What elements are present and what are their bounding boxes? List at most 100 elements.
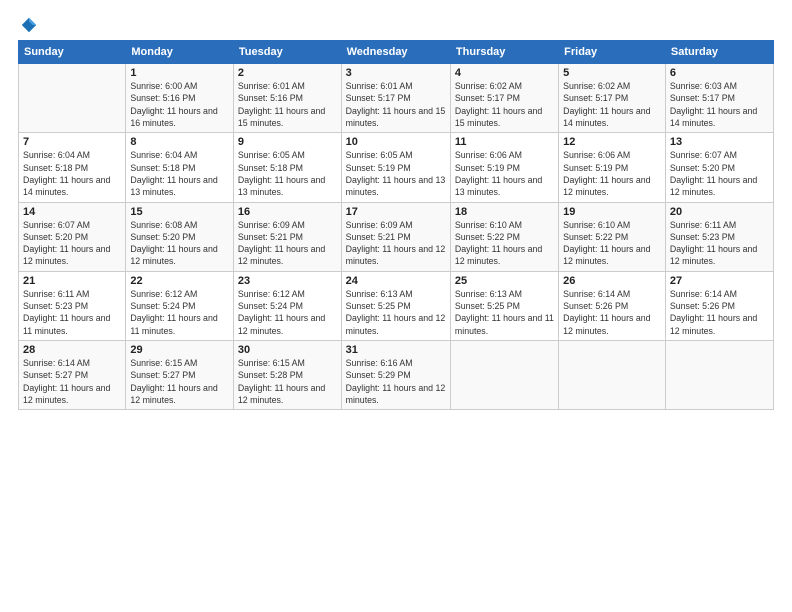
- day-info: Sunrise: 6:11 AMSunset: 5:23 PMDaylight:…: [670, 219, 769, 268]
- calendar-cell: 18Sunrise: 6:10 AMSunset: 5:22 PMDayligh…: [450, 202, 558, 271]
- day-info: Sunrise: 6:12 AMSunset: 5:24 PMDaylight:…: [130, 288, 229, 337]
- calendar-cell: 16Sunrise: 6:09 AMSunset: 5:21 PMDayligh…: [233, 202, 341, 271]
- day-info: Sunrise: 6:16 AMSunset: 5:29 PMDaylight:…: [346, 357, 446, 406]
- day-info: Sunrise: 6:02 AMSunset: 5:17 PMDaylight:…: [563, 80, 661, 129]
- day-header-monday: Monday: [126, 41, 234, 64]
- day-number: 25: [455, 275, 554, 287]
- day-number: 7: [23, 136, 121, 148]
- calendar-cell: 9Sunrise: 6:05 AMSunset: 5:18 PMDaylight…: [233, 133, 341, 202]
- day-info: Sunrise: 6:15 AMSunset: 5:28 PMDaylight:…: [238, 357, 337, 406]
- calendar-cell: 29Sunrise: 6:15 AMSunset: 5:27 PMDayligh…: [126, 341, 234, 410]
- day-number: 9: [238, 136, 337, 148]
- day-number: 29: [130, 344, 229, 356]
- day-number: 17: [346, 206, 446, 218]
- day-number: 24: [346, 275, 446, 287]
- day-info: Sunrise: 6:06 AMSunset: 5:19 PMDaylight:…: [563, 149, 661, 198]
- day-number: 16: [238, 206, 337, 218]
- calendar-cell: 2Sunrise: 6:01 AMSunset: 5:16 PMDaylight…: [233, 64, 341, 133]
- day-number: 18: [455, 206, 554, 218]
- day-number: 3: [346, 67, 446, 79]
- calendar-cell: 23Sunrise: 6:12 AMSunset: 5:24 PMDayligh…: [233, 271, 341, 340]
- day-number: 20: [670, 206, 769, 218]
- week-row-5: 28Sunrise: 6:14 AMSunset: 5:27 PMDayligh…: [19, 341, 774, 410]
- week-row-4: 21Sunrise: 6:11 AMSunset: 5:23 PMDayligh…: [19, 271, 774, 340]
- day-info: Sunrise: 6:05 AMSunset: 5:18 PMDaylight:…: [238, 149, 337, 198]
- day-number: 2: [238, 67, 337, 79]
- week-row-2: 7Sunrise: 6:04 AMSunset: 5:18 PMDaylight…: [19, 133, 774, 202]
- day-info: Sunrise: 6:09 AMSunset: 5:21 PMDaylight:…: [238, 219, 337, 268]
- calendar-cell: 8Sunrise: 6:04 AMSunset: 5:18 PMDaylight…: [126, 133, 234, 202]
- calendar-cell: 13Sunrise: 6:07 AMSunset: 5:20 PMDayligh…: [665, 133, 773, 202]
- calendar-cell: [665, 341, 773, 410]
- calendar-cell: 14Sunrise: 6:07 AMSunset: 5:20 PMDayligh…: [19, 202, 126, 271]
- day-info: Sunrise: 6:15 AMSunset: 5:27 PMDaylight:…: [130, 357, 229, 406]
- day-info: Sunrise: 6:00 AMSunset: 5:16 PMDaylight:…: [130, 80, 229, 129]
- day-header-sunday: Sunday: [19, 41, 126, 64]
- calendar-cell: 10Sunrise: 6:05 AMSunset: 5:19 PMDayligh…: [341, 133, 450, 202]
- day-info: Sunrise: 6:05 AMSunset: 5:19 PMDaylight:…: [346, 149, 446, 198]
- calendar-cell: 27Sunrise: 6:14 AMSunset: 5:26 PMDayligh…: [665, 271, 773, 340]
- calendar-cell: 26Sunrise: 6:14 AMSunset: 5:26 PMDayligh…: [559, 271, 666, 340]
- calendar-cell: 19Sunrise: 6:10 AMSunset: 5:22 PMDayligh…: [559, 202, 666, 271]
- calendar-cell: 6Sunrise: 6:03 AMSunset: 5:17 PMDaylight…: [665, 64, 773, 133]
- day-number: 13: [670, 136, 769, 148]
- day-info: Sunrise: 6:10 AMSunset: 5:22 PMDaylight:…: [455, 219, 554, 268]
- logo: [18, 16, 38, 34]
- calendar-cell: 7Sunrise: 6:04 AMSunset: 5:18 PMDaylight…: [19, 133, 126, 202]
- day-number: 22: [130, 275, 229, 287]
- day-header-wednesday: Wednesday: [341, 41, 450, 64]
- day-info: Sunrise: 6:07 AMSunset: 5:20 PMDaylight:…: [23, 219, 121, 268]
- day-number: 30: [238, 344, 337, 356]
- day-info: Sunrise: 6:13 AMSunset: 5:25 PMDaylight:…: [455, 288, 554, 337]
- day-info: Sunrise: 6:03 AMSunset: 5:17 PMDaylight:…: [670, 80, 769, 129]
- calendar-cell: 21Sunrise: 6:11 AMSunset: 5:23 PMDayligh…: [19, 271, 126, 340]
- day-number: 26: [563, 275, 661, 287]
- day-info: Sunrise: 6:10 AMSunset: 5:22 PMDaylight:…: [563, 219, 661, 268]
- day-info: Sunrise: 6:02 AMSunset: 5:17 PMDaylight:…: [455, 80, 554, 129]
- logo-icon: [20, 16, 38, 34]
- calendar-cell: [559, 341, 666, 410]
- calendar-cell: 4Sunrise: 6:02 AMSunset: 5:17 PMDaylight…: [450, 64, 558, 133]
- day-number: 10: [346, 136, 446, 148]
- day-info: Sunrise: 6:04 AMSunset: 5:18 PMDaylight:…: [23, 149, 121, 198]
- day-number: 15: [130, 206, 229, 218]
- calendar-cell: 15Sunrise: 6:08 AMSunset: 5:20 PMDayligh…: [126, 202, 234, 271]
- day-info: Sunrise: 6:14 AMSunset: 5:26 PMDaylight:…: [670, 288, 769, 337]
- day-number: 27: [670, 275, 769, 287]
- page: SundayMondayTuesdayWednesdayThursdayFrid…: [0, 0, 792, 612]
- day-info: Sunrise: 6:08 AMSunset: 5:20 PMDaylight:…: [130, 219, 229, 268]
- calendar-cell: 20Sunrise: 6:11 AMSunset: 5:23 PMDayligh…: [665, 202, 773, 271]
- day-info: Sunrise: 6:11 AMSunset: 5:23 PMDaylight:…: [23, 288, 121, 337]
- calendar-table: SundayMondayTuesdayWednesdayThursdayFrid…: [18, 40, 774, 410]
- week-row-3: 14Sunrise: 6:07 AMSunset: 5:20 PMDayligh…: [19, 202, 774, 271]
- day-number: 12: [563, 136, 661, 148]
- day-number: 23: [238, 275, 337, 287]
- header: [18, 16, 774, 34]
- calendar-cell: 25Sunrise: 6:13 AMSunset: 5:25 PMDayligh…: [450, 271, 558, 340]
- header-row: SundayMondayTuesdayWednesdayThursdayFrid…: [19, 41, 774, 64]
- day-number: 4: [455, 67, 554, 79]
- day-header-tuesday: Tuesday: [233, 41, 341, 64]
- day-info: Sunrise: 6:07 AMSunset: 5:20 PMDaylight:…: [670, 149, 769, 198]
- calendar-cell: 3Sunrise: 6:01 AMSunset: 5:17 PMDaylight…: [341, 64, 450, 133]
- calendar-cell: 1Sunrise: 6:00 AMSunset: 5:16 PMDaylight…: [126, 64, 234, 133]
- day-info: Sunrise: 6:04 AMSunset: 5:18 PMDaylight:…: [130, 149, 229, 198]
- day-info: Sunrise: 6:12 AMSunset: 5:24 PMDaylight:…: [238, 288, 337, 337]
- day-info: Sunrise: 6:01 AMSunset: 5:16 PMDaylight:…: [238, 80, 337, 129]
- day-number: 6: [670, 67, 769, 79]
- day-info: Sunrise: 6:06 AMSunset: 5:19 PMDaylight:…: [455, 149, 554, 198]
- calendar-cell: 28Sunrise: 6:14 AMSunset: 5:27 PMDayligh…: [19, 341, 126, 410]
- day-number: 28: [23, 344, 121, 356]
- day-number: 1: [130, 67, 229, 79]
- day-header-friday: Friday: [559, 41, 666, 64]
- calendar-cell: 24Sunrise: 6:13 AMSunset: 5:25 PMDayligh…: [341, 271, 450, 340]
- day-number: 8: [130, 136, 229, 148]
- day-header-thursday: Thursday: [450, 41, 558, 64]
- day-info: Sunrise: 6:14 AMSunset: 5:26 PMDaylight:…: [563, 288, 661, 337]
- day-number: 11: [455, 136, 554, 148]
- calendar-cell: 12Sunrise: 6:06 AMSunset: 5:19 PMDayligh…: [559, 133, 666, 202]
- calendar-cell: [450, 341, 558, 410]
- day-number: 14: [23, 206, 121, 218]
- day-info: Sunrise: 6:13 AMSunset: 5:25 PMDaylight:…: [346, 288, 446, 337]
- day-info: Sunrise: 6:09 AMSunset: 5:21 PMDaylight:…: [346, 219, 446, 268]
